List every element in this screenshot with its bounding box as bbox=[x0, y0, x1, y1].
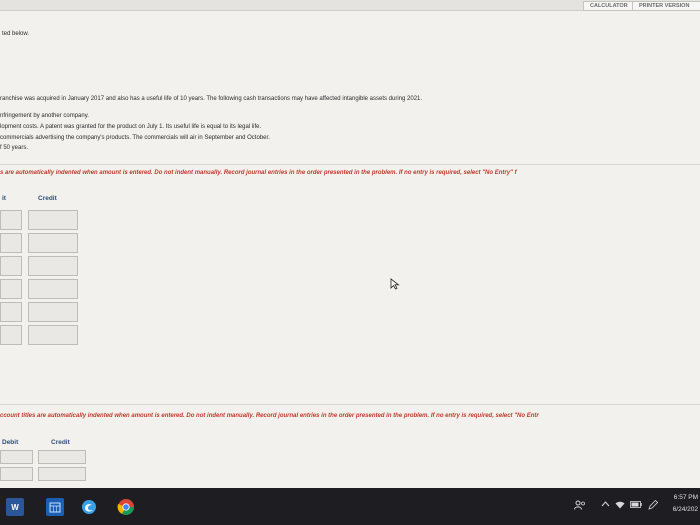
battery-icon[interactable] bbox=[630, 501, 642, 510]
debit-header: Debit bbox=[2, 439, 19, 446]
credit-input[interactable] bbox=[28, 279, 78, 299]
people-glyph bbox=[574, 500, 585, 510]
clock-date: 6/24/202 bbox=[672, 506, 698, 513]
debit-input[interactable] bbox=[0, 450, 33, 464]
divider bbox=[0, 404, 700, 405]
credit-input[interactable] bbox=[38, 467, 86, 481]
transaction-3: commercials advertising the company's pr… bbox=[0, 135, 270, 141]
transaction-2: lopment costs. A patent was granted for … bbox=[0, 124, 262, 130]
credit-input[interactable] bbox=[28, 256, 78, 276]
clock-time: 6:57 PM bbox=[673, 494, 698, 501]
problem-statement: ranchise was acquired in January 2017 an… bbox=[0, 96, 423, 102]
calculator-button[interactable]: CALCULATOR bbox=[583, 1, 637, 11]
browser-page: CALCULATOR PRINTER VERSION ted below. ra… bbox=[0, 0, 700, 488]
debit-header: it bbox=[2, 195, 6, 202]
debit-input[interactable] bbox=[0, 279, 22, 299]
credit-input[interactable] bbox=[28, 210, 78, 230]
credit-header: Credit bbox=[38, 195, 57, 202]
wifi-icon[interactable] bbox=[615, 501, 625, 511]
transaction-1: nfringement by another company. bbox=[0, 113, 89, 119]
chevron-up-icon[interactable] bbox=[601, 500, 610, 510]
wifi-glyph bbox=[615, 501, 625, 509]
journal-instruction-2: ccount titles are automatically indented… bbox=[0, 413, 539, 419]
toolbar: CALCULATOR PRINTER VERSION bbox=[0, 0, 700, 11]
chevron-up-glyph bbox=[601, 501, 610, 507]
edge-glyph bbox=[82, 500, 96, 514]
debit-input[interactable] bbox=[0, 467, 33, 481]
credit-input[interactable] bbox=[28, 302, 78, 322]
divider bbox=[0, 164, 700, 165]
windows-taskbar: W 6:57 PM 6/24/202 bbox=[0, 488, 700, 525]
pen-icon[interactable] bbox=[648, 499, 659, 512]
credit-header: Credit bbox=[51, 439, 70, 446]
word-icon-letter: W bbox=[11, 502, 19, 512]
journal-instruction-1: s are automatically indented when amount… bbox=[0, 170, 517, 176]
credit-input[interactable] bbox=[38, 450, 86, 464]
system-clock[interactable]: 6:57 PM 6/24/202 bbox=[673, 492, 698, 516]
chrome-icon[interactable] bbox=[117, 498, 135, 516]
word-icon[interactable]: W bbox=[6, 498, 24, 516]
debit-input[interactable] bbox=[0, 325, 22, 345]
debit-input[interactable] bbox=[0, 210, 22, 230]
calendar-grid-glyph bbox=[49, 502, 61, 513]
calendar-icon[interactable] bbox=[46, 498, 64, 516]
debit-input[interactable] bbox=[0, 302, 22, 322]
printer-version-button[interactable]: PRINTER VERSION bbox=[632, 1, 700, 11]
transaction-4: f 50 years. bbox=[0, 145, 29, 151]
credit-input[interactable] bbox=[28, 233, 78, 253]
mouse-cursor-icon bbox=[390, 278, 400, 290]
debit-input[interactable] bbox=[0, 256, 22, 276]
people-icon[interactable] bbox=[574, 500, 586, 512]
pen-glyph bbox=[648, 499, 659, 510]
battery-glyph bbox=[630, 501, 642, 508]
debit-input[interactable] bbox=[0, 233, 22, 253]
credit-input[interactable] bbox=[28, 325, 78, 345]
intro-text: ted below. bbox=[2, 31, 30, 37]
chrome-glyph bbox=[117, 499, 134, 515]
edge-browser-icon[interactable] bbox=[80, 498, 98, 516]
